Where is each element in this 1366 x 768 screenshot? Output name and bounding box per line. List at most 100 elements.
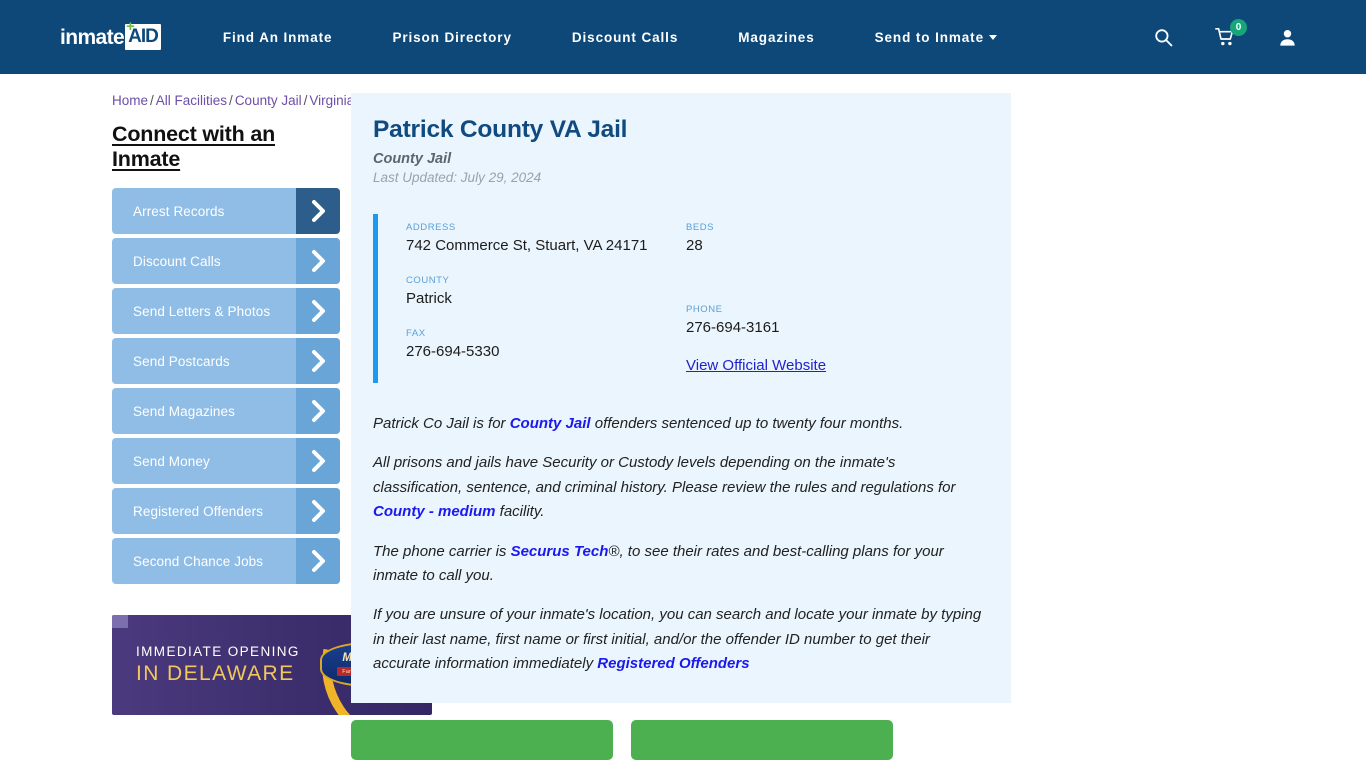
facility-county-label: COUNTY [406,275,450,287]
facility-address-field: ADDRESS 742 Commerce St, Stuart, VA 2417… [406,222,686,257]
sidebar-item-discount-calls[interactable]: Discount Calls [112,238,340,284]
facility-address-label: ADDRESS [406,222,456,234]
facility-fax-field: FAX 276-694-5330 [406,328,686,363]
chevron-right-icon [296,538,340,584]
sidebar-item-send-money[interactable]: Send Money [112,438,340,484]
nav-label: Magazines [738,29,815,45]
main-navigation: Find An Inmate Prison Directory Discount… [223,24,1116,51]
paragraph-text: offenders sentenced up to twenty four mo… [590,414,904,432]
page-title: Patrick County VA Jail [373,116,628,143]
facility-phone-label: PHONE [686,304,723,316]
sidebar-item-label: Send Postcards [133,353,230,369]
cta-button-primary[interactable] [351,719,613,760]
chevron-right-icon [296,188,340,234]
securus-tech-link[interactable]: Securus Tech [511,543,609,560]
search-icon[interactable] [1148,22,1178,52]
breadcrumb-item-county-jail[interactable]: County Jail [235,93,302,108]
sidebar-item-send-postcards[interactable]: Send Postcards [112,338,340,384]
facility-info-block: ADDRESS 742 Commerce St, Stuart, VA 2417… [373,214,985,383]
breadcrumb-item-all-facilities[interactable]: All Facilities [156,93,227,108]
registered-offenders-link[interactable]: Registered Offenders [597,655,749,672]
description-paragraph-2: All prisons and jails have Security or C… [373,451,985,524]
facility-description: Patrick Co Jail is for County Jail offen… [373,412,985,677]
chevron-right-icon [296,238,340,284]
ad-text: IMMEDIATE OPENING IN DELAWARE [136,643,300,686]
sidebar-item-label: Second Chance Jobs [133,553,264,569]
breadcrumb-item-home[interactable]: Home [112,93,148,108]
facility-county-value: Patrick [406,290,452,308]
cart-icon[interactable]: 0 [1210,19,1247,52]
nav-label: Find An Inmate [222,29,333,45]
nav-item-prison-directory[interactable]: Prison Directory [392,24,511,51]
site-header: inmate AID + Find An Inmate Prison Direc… [0,0,1366,74]
sidebar-item-label: Discount Calls [133,253,221,269]
nav-label: Discount Calls [571,29,679,45]
breadcrumb-separator: / [150,93,154,108]
facility-last-updated: Last Updated: July 29, 2024 [373,170,542,186]
description-paragraph-3: The phone carrier is Securus Tech®, to s… [373,540,985,589]
chevron-right-icon [296,338,340,384]
paragraph-text: The phone carrier is [373,542,511,560]
main-content: Patrick County VA Jail County Jail Last … [340,93,1366,760]
paragraph-text: Patrick Co Jail is for [373,414,510,432]
sidebar-item-label: Send Magazines [133,403,235,419]
cta-button-row [351,719,1011,760]
sidebar-title: Connect with an Inmate [112,122,276,171]
facility-fax-label: FAX [406,327,426,339]
paragraph-text: All prisons and jails have Security or C… [373,454,956,496]
ad-corner-accent [112,615,128,628]
chevron-right-icon [296,388,340,434]
chevron-right-icon [296,438,340,484]
facility-beds-label: BEDS [686,222,715,234]
facility-website-field: View Official Website [686,357,826,375]
facility-card: Patrick County VA Jail County Jail Last … [351,93,1011,703]
paragraph-text: facility. [495,503,545,521]
sidebar-item-arrest-records[interactable]: Arrest Records [112,188,340,234]
facility-county-field: COUNTY Patrick [406,275,686,310]
nav-item-magazines[interactable]: Magazines [738,24,814,51]
facility-phone-field: PHONE 276-694-3161 [686,304,826,339]
header-icon-group: 0 [1116,19,1366,52]
chevron-right-icon [296,288,340,334]
nav-item-discount-calls[interactable]: Discount Calls [572,24,678,51]
breadcrumb: Home / All Facilities / County Jail / Virginia [112,93,354,108]
cta-button-secondary[interactable] [631,719,893,760]
breadcrumb-separator: / [229,93,233,108]
site-logo[interactable]: inmate AID + [60,18,161,52]
nav-label: Prison Directory [392,29,512,45]
facility-beds-field: BEDS 28 [686,222,826,257]
sidebar-item-label: Arrest Records [133,203,225,219]
logo-wordmark: inmate [60,25,125,49]
facility-info-column-left: ADDRESS 742 Commerce St, Stuart, VA 2417… [406,222,686,374]
sidebar-item-second-chance-jobs[interactable]: Second Chance Jobs [112,538,340,584]
user-icon[interactable] [1272,22,1302,52]
sidebar-item-label: Send Money [133,453,210,469]
county-medium-link[interactable]: County - medium [373,503,496,520]
sidebar-item-send-magazines[interactable]: Send Magazines [112,388,340,434]
chevron-right-icon [296,488,340,534]
nav-item-find-an-inmate[interactable]: Find An Inmate [223,24,333,51]
description-paragraph-1: Patrick Co Jail is for County Jail offen… [373,412,985,436]
county-jail-link[interactable]: County Jail [510,415,591,432]
facility-beds-value: 28 [686,237,703,255]
sidebar-item-label: Registered Offenders [133,503,264,519]
facility-address-value: 742 Commerce St, Stuart, VA 24171 [406,237,648,255]
facility-phone-value: 276-694-3161 [686,319,780,337]
cart-count-badge: 0 [1230,19,1247,36]
description-paragraph-4: If you are unsure of your inmate's locat… [373,603,985,676]
nav-label: Send to Inmate [874,29,984,45]
facility-type: County Jail [373,151,452,168]
facility-info-column-right: BEDS 28 PHONE 276-694-3161 View Official… [686,222,826,374]
sidebar: Home / All Facilities / County Jail / Virginia… [0,93,432,760]
page-body: Home / All Facilities / County Jail / Virginia… [0,74,1366,760]
chevron-down-icon [989,34,997,40]
nav-item-send-to-inmate[interactable]: Send to Inmate [875,24,997,51]
ad-headline-line1: IMMEDIATE OPENING [136,644,300,659]
sidebar-item-registered-offenders[interactable]: Registered Offenders [112,488,340,534]
sidebar-item-label: Send Letters & Photos [133,303,271,319]
sidebar-item-send-letters-photos[interactable]: Send Letters & Photos [112,288,340,334]
logo-plus-icon: + [126,18,135,35]
view-official-website-link[interactable]: View Official Website [686,357,826,374]
facility-fax-value: 276-694-5330 [406,342,500,360]
